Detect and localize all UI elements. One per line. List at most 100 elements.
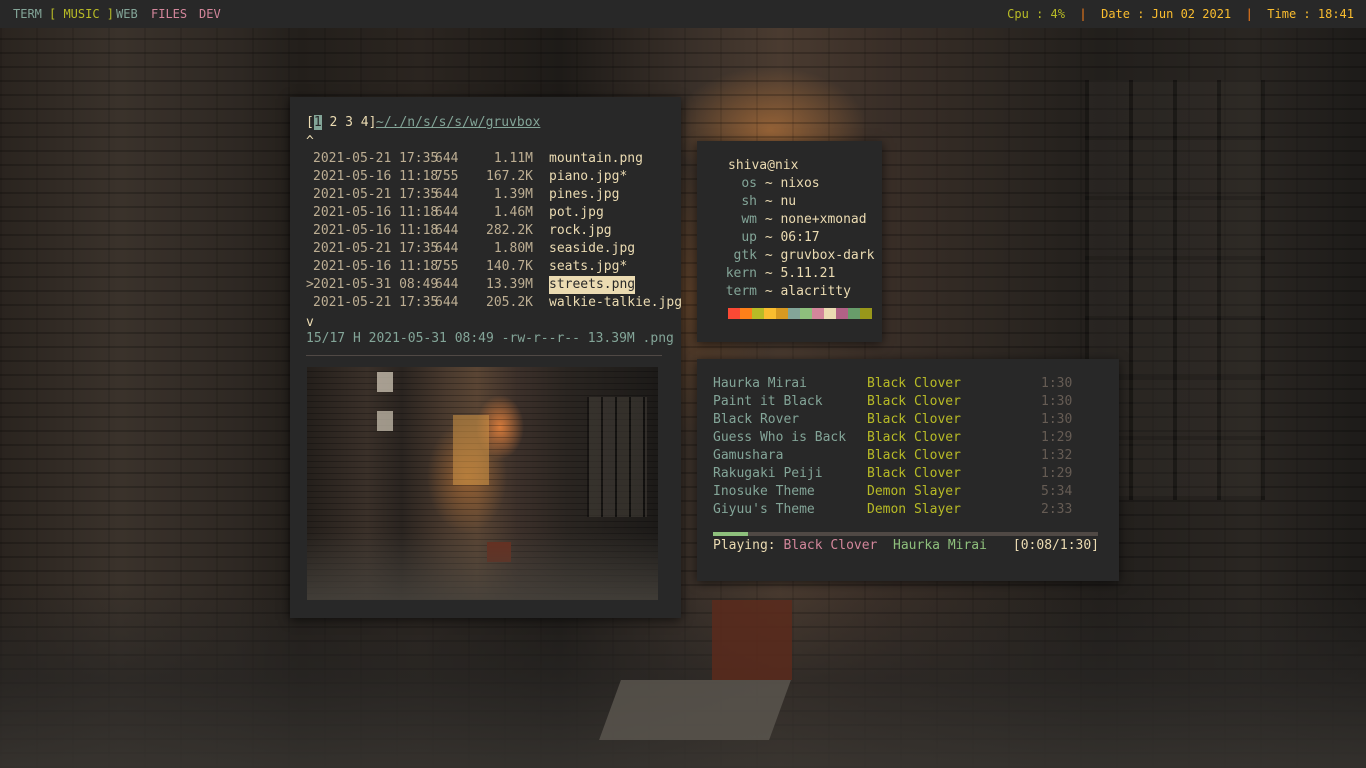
tab-2[interactable]: 2 — [329, 115, 337, 130]
workspace-web[interactable]: WEB — [116, 0, 138, 28]
file-size: 1.80M — [493, 241, 533, 256]
file-perm: 644 — [435, 187, 459, 202]
scroll-up-marker: ^ — [306, 134, 314, 149]
color-swatch — [728, 308, 740, 319]
color-swatch — [812, 308, 824, 319]
tab-4[interactable]: 4 — [361, 115, 369, 130]
fetch-tilde: ~ — [764, 230, 773, 245]
workspace-files[interactable]: FILES — [151, 0, 187, 28]
file-perm: 644 — [435, 205, 459, 220]
user-host: shiva@nix — [728, 158, 799, 173]
fetch-row-gtk: gtk ~ gruvbox-dark — [697, 247, 875, 265]
file-date: 2021-05-21 17:35 — [313, 295, 439, 310]
track-row[interactable]: Rakugaki Peiji Black Clover 1:29 — [713, 465, 1072, 483]
file-status-line: 15/17 H 2021-05-31 08:49 -rw-r--r-- 13.3… — [306, 331, 674, 346]
fetch-row-term: term ~ alacritty — [697, 283, 851, 301]
track-row[interactable]: Black Rover Black Clover 1:30 — [713, 411, 1073, 429]
workspace-dev[interactable]: DEV — [199, 0, 221, 28]
fetch-value: none+xmonad — [780, 212, 867, 227]
wallpaper-steps — [599, 680, 791, 740]
fetch-key: wm — [741, 212, 757, 227]
file-perm: 644 — [435, 295, 459, 310]
track-duration: 1:30 — [1041, 394, 1073, 409]
track-row[interactable]: Giyuu's Theme Demon Slayer 2:33 — [713, 501, 1073, 519]
file-row[interactable]: 2021-05-16 11:18755 140.7K seats.jpg* — [306, 258, 627, 276]
file-row[interactable]: 2021-05-21 17:35644 1.11M mountain.png — [306, 150, 643, 168]
fetch-row-kern: kern ~ 5.11.21 — [697, 265, 836, 283]
status-separator: | — [1245, 7, 1253, 21]
track-duration: 1:30 — [1041, 412, 1073, 427]
fetch-value: nixos — [780, 176, 820, 191]
track-album: Black Clover — [867, 448, 961, 463]
track-album: Demon Slayer — [867, 484, 961, 499]
divider — [306, 355, 662, 356]
file-row[interactable]: 2021-05-21 17:35644 1.39M pines.jpg — [306, 186, 619, 204]
track-duration: 2:33 — [1041, 502, 1073, 517]
file-date: 2021-05-21 17:35 — [313, 151, 439, 166]
fetch-key: up — [741, 230, 757, 245]
tab-1[interactable]: 1 — [313, 115, 322, 130]
fetch-value: alacritty — [780, 284, 851, 299]
tab-bracket-open: [ — [306, 115, 314, 130]
color-swatch — [848, 308, 860, 319]
color-swatch — [740, 308, 752, 319]
track-row[interactable]: Guess Who is Back Black Clover 1:29 — [713, 429, 1072, 447]
file-row-selected[interactable]: >2021-05-31 08:49644 13.39M streets.png — [306, 276, 636, 294]
file-row[interactable]: 2021-05-16 11:18644 282.2K rock.jpg — [306, 222, 612, 240]
track-title: Paint it Black — [713, 394, 823, 409]
color-swatch — [752, 308, 764, 319]
file-date: 2021-05-16 11:18 — [313, 205, 439, 220]
playback-progress-bar[interactable] — [713, 532, 1098, 536]
file-perm: 644 — [435, 241, 459, 256]
track-duration: 5:34 — [1041, 484, 1073, 499]
track-row[interactable]: Gamushara Black Clover 1:32 — [713, 447, 1072, 465]
track-album: Black Clover — [867, 412, 961, 427]
tab-bar: [1 2 3 4] — [306, 114, 376, 132]
fetch-value: 5.11.21 — [780, 266, 836, 281]
file-name: seats.jpg* — [549, 259, 628, 274]
track-title: Guess Who is Back — [713, 430, 847, 445]
track-title: Black Rover — [713, 412, 800, 427]
file-perm: 755 — [435, 259, 459, 274]
now-playing-album: Black Clover — [783, 538, 878, 553]
color-swatch — [800, 308, 812, 319]
playing-label: Playing: — [713, 538, 776, 553]
music-player-window: Haurka Mirai Black Clover 1:30 Paint it Bl… — [697, 359, 1119, 581]
preview-ground — [307, 530, 658, 600]
playback-progress-fill — [713, 532, 748, 536]
track-row[interactable]: Inosuke Theme Demon Slayer 5:34 — [713, 483, 1073, 501]
system-status: Cpu : 4% | Date : Jun 02 2021 | Time : 1… — [1007, 0, 1354, 28]
time-display: Time : 18:41 — [1267, 7, 1354, 21]
workspace-music[interactable]: [ MUSIC ] — [49, 0, 114, 28]
fetch-key: sh — [741, 194, 757, 209]
playback-time: [0:08/1:30] — [1012, 538, 1099, 553]
file-size: 1.11M — [493, 151, 533, 166]
file-size: 167.2K — [486, 169, 533, 184]
track-row[interactable]: Paint it Black Black Clover 1:30 — [713, 393, 1073, 411]
file-row[interactable]: 2021-05-21 17:35644 1.80M seaside.jpg — [306, 240, 635, 258]
file-date: 2021-05-16 11:18 — [313, 169, 439, 184]
file-name: walkie-talkie.jpg — [549, 295, 683, 310]
current-path[interactable]: ~/./n/s/s/s/w/gruvbox — [376, 114, 540, 132]
color-swatch — [860, 308, 872, 319]
fetch-tilde: ~ — [764, 284, 773, 299]
fetch-row-os: os ~ nixos — [697, 175, 820, 193]
file-name: pines.jpg — [549, 187, 620, 202]
track-title: Rakugaki Peiji — [713, 466, 823, 481]
file-size: 282.2K — [486, 223, 533, 238]
preview-lit-window — [453, 415, 489, 485]
file-size: 1.46M — [493, 205, 533, 220]
file-row[interactable]: 2021-05-21 17:35644 205.2K walkie-talkie.j… — [306, 294, 682, 312]
fetch-key: os — [741, 176, 757, 191]
now-playing-title: Haurka Mirai — [893, 538, 987, 553]
workspace-term[interactable]: TERM — [13, 0, 42, 28]
wallpaper-ground — [0, 588, 1366, 768]
file-date: 2021-05-31 08:49 — [313, 277, 439, 292]
file-row[interactable]: 2021-05-16 11:18644 1.46M pot.jpg — [306, 204, 604, 222]
fetch-key: kern — [725, 266, 757, 281]
track-duration: 1:30 — [1041, 376, 1073, 391]
track-row[interactable]: Haurka Mirai Black Clover 1:30 — [713, 375, 1073, 393]
tab-3[interactable]: 3 — [345, 115, 353, 130]
file-row[interactable]: 2021-05-16 11:18755 167.2K piano.jpg* — [306, 168, 627, 186]
status-bar: TERM [ MUSIC ] WEB FILES DEV Cpu : 4% | … — [0, 0, 1366, 28]
